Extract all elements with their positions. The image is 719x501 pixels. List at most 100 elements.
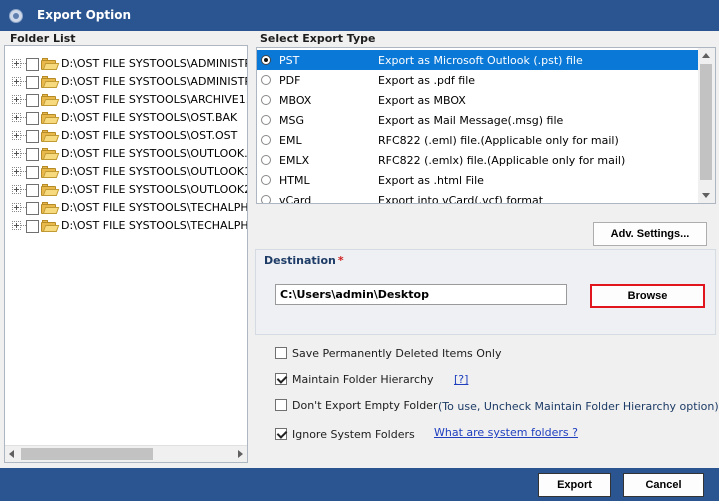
folder-icon [41, 148, 60, 160]
folder-path-label: D:\OST FILE SYSTOOLS\OST.OST [61, 129, 238, 142]
scroll-down-icon[interactable] [702, 193, 710, 198]
export-type-description: Export as Mail Message(.msg) file [378, 114, 564, 127]
export-type-name: EML [279, 134, 302, 147]
scroll-left-icon[interactable] [9, 450, 14, 458]
export-type-radio[interactable] [261, 195, 271, 203]
folder-tree-item[interactable]: D:\OST FILE SYSTOOLS\ARCHIVE1.O [5, 91, 248, 109]
folder-checkbox[interactable] [26, 130, 39, 143]
export-type-radio[interactable] [261, 115, 271, 125]
folder-tree[interactable]: D:\OST FILE SYSTOOLS\ADMINISTR D:\OST FIL… [4, 45, 248, 463]
export-type-item-emlx[interactable]: EMLX RFC822 (.emlx) file.(Applicable only… [257, 150, 699, 170]
empty-folder-note: (To use, Uncheck Maintain Folder Hierarc… [438, 400, 719, 413]
browse-button[interactable]: Browse [590, 284, 705, 308]
destination-path-input[interactable] [275, 284, 567, 305]
folder-tree-item[interactable]: D:\OST FILE SYSTOOLS\OUTLOOK2 [5, 181, 247, 199]
horizontal-scrollbar[interactable] [5, 445, 247, 462]
export-type-description: Export as .html File [378, 174, 484, 187]
maintain-hierarchy-checkbox[interactable] [275, 373, 287, 385]
folder-tree-item[interactable]: D:\OST FILE SYSTOOLS\ADMINISTR [5, 73, 248, 91]
expand-icon[interactable] [12, 113, 21, 122]
system-folders-link[interactable]: What are system folders ? [434, 426, 578, 439]
dialog-body: Folder List D:\OST FILE SYSTOOLS\ADMINIS… [0, 31, 719, 468]
export-type-item-pst[interactable]: PST Export as Microsoft Outlook (.pst) fi… [257, 50, 699, 70]
folder-checkbox[interactable] [26, 148, 39, 161]
export-type-description: Export as MBOX [378, 94, 466, 107]
folder-list-label: Folder List [10, 32, 76, 45]
scroll-thumb[interactable] [700, 64, 712, 180]
folder-checkbox[interactable] [26, 166, 39, 179]
title-bar: Export Option [0, 0, 719, 31]
export-type-description: Export as .pdf file [378, 74, 476, 87]
vertical-scrollbar[interactable] [698, 48, 715, 203]
export-type-radio[interactable] [261, 75, 271, 85]
export-type-name: vCard [279, 194, 312, 204]
folder-tree-item[interactable]: D:\OST FILE SYSTOOLS\OST.OST [5, 127, 247, 145]
folder-path-label: D:\OST FILE SYSTOOLS\ADMINISTR [61, 57, 248, 70]
export-type-item-eml[interactable]: EML RFC822 (.eml) file.(Applicable only f… [257, 130, 699, 150]
export-type-label: Select Export Type [260, 32, 376, 45]
expand-icon[interactable] [12, 95, 21, 104]
folder-tree-item[interactable]: D:\OST FILE SYSTOOLS\ADMINISTR [5, 55, 248, 73]
export-type-description: RFC822 (.emlx) file.(Applicable only for… [378, 154, 626, 167]
save-deleted-checkbox[interactable] [275, 347, 287, 359]
export-type-radio[interactable] [261, 135, 271, 145]
expand-icon[interactable] [12, 203, 21, 212]
folder-path-label: D:\OST FILE SYSTOOLS\TECHALPH [61, 201, 248, 214]
scroll-thumb[interactable] [21, 448, 153, 460]
folder-path-label: D:\OST FILE SYSTOOLS\OST.BAK [61, 111, 238, 124]
folder-checkbox[interactable] [26, 220, 39, 233]
folder-checkbox[interactable] [26, 94, 39, 107]
expand-icon[interactable] [12, 221, 21, 230]
export-type-description: Export as Microsoft Outlook (.pst) file [378, 54, 583, 67]
export-type-radio[interactable] [261, 155, 271, 165]
export-type-description: RFC822 (.eml) file.(Applicable only for … [378, 134, 619, 147]
expand-icon[interactable] [12, 149, 21, 158]
folder-tree-item[interactable]: D:\OST FILE SYSTOOLS\OUTLOOK1 [5, 163, 248, 181]
adv-settings-button[interactable]: Adv. Settings... [593, 222, 707, 246]
expand-icon[interactable] [12, 185, 21, 194]
app-icon [9, 9, 23, 23]
export-type-name: EMLX [279, 154, 310, 167]
export-type-list[interactable]: PST Export as Microsoft Outlook (.pst) fi… [256, 47, 716, 204]
export-type-radio[interactable] [261, 95, 271, 105]
scroll-up-icon[interactable] [702, 53, 710, 58]
dont-export-empty-checkbox[interactable] [275, 399, 287, 411]
cancel-button[interactable]: Cancel [623, 473, 704, 497]
folder-checkbox[interactable] [26, 202, 39, 215]
export-type-radio[interactable] [261, 175, 271, 185]
folder-tree-item[interactable]: D:\OST FILE SYSTOOLS\OST.BAK [5, 109, 247, 127]
folder-icon [41, 58, 60, 70]
folder-icon [41, 130, 60, 142]
scroll-right-icon[interactable] [238, 450, 243, 458]
export-type-item-vcard[interactable]: vCard Export into vCard(.vcf) format [257, 190, 699, 204]
destination-label: Destination * [264, 254, 344, 267]
export-type-name: PDF [279, 74, 301, 87]
export-type-item-pdf[interactable]: PDF Export as .pdf file [257, 70, 699, 90]
folder-tree-item[interactable]: D:\OST FILE SYSTOOLS\TECHALPH' [5, 217, 247, 235]
folder-checkbox[interactable] [26, 58, 39, 71]
folder-icon [41, 220, 60, 232]
expand-icon[interactable] [12, 59, 21, 68]
folder-checkbox[interactable] [26, 76, 39, 89]
ignore-system-checkbox[interactable] [275, 428, 287, 440]
expand-icon[interactable] [12, 167, 21, 176]
folder-checkbox[interactable] [26, 184, 39, 197]
export-type-item-mbox[interactable]: MBOX Export as MBOX [257, 90, 699, 110]
export-type-item-msg[interactable]: MSG Export as Mail Message(.msg) file [257, 110, 699, 130]
folder-path-label: D:\OST FILE SYSTOOLS\ARCHIVE1.O [61, 93, 248, 106]
folder-tree-item[interactable]: D:\OST FILE SYSTOOLS\TECHALPH [5, 199, 248, 217]
folder-path-label: D:\OST FILE SYSTOOLS\OUTLOOK1 [61, 165, 248, 178]
required-mark: * [337, 254, 344, 267]
folder-tree-item[interactable]: D:\OST FILE SYSTOOLS\OUTLOOK.O [5, 145, 247, 163]
expand-icon[interactable] [12, 131, 21, 140]
folder-path-label: D:\OST FILE SYSTOOLS\ADMINISTR [61, 75, 248, 88]
export-type-item-html[interactable]: HTML Export as .html File [257, 170, 699, 190]
folder-icon [41, 94, 60, 106]
folder-icon [41, 202, 60, 214]
hierarchy-help-link[interactable]: [?] [454, 373, 468, 386]
expand-icon[interactable] [12, 77, 21, 86]
export-button[interactable]: Export [538, 473, 611, 497]
folder-icon [41, 166, 60, 178]
export-type-radio[interactable] [261, 55, 271, 65]
folder-checkbox[interactable] [26, 112, 39, 125]
